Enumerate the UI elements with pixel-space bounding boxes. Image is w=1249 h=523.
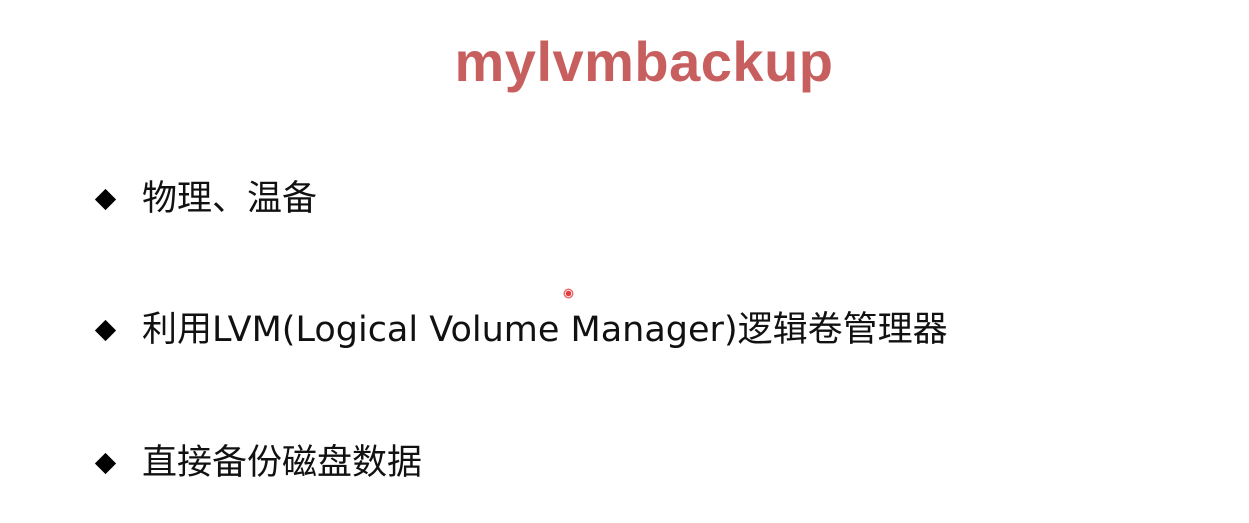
diamond-bullet-icon — [94, 319, 116, 341]
diamond-bullet-icon — [94, 188, 116, 210]
bullet-item: 物理、温备 — [94, 174, 317, 224]
diamond-bullet-icon — [94, 452, 116, 474]
slide-title: mylvmbackup — [454, 30, 834, 93]
bullet-item: 直接备份磁盘数据 — [94, 438, 422, 488]
bullet-text: 利用LVM(Logical Volume Manager)逻辑卷管理器 — [142, 310, 948, 350]
bullet-text: 物理、温备 — [142, 179, 318, 219]
bullet-item: 利用LVM(Logical Volume Manager)逻辑卷管理器 — [94, 305, 948, 355]
pointer-cursor-icon — [563, 288, 574, 299]
slide: mylvmbackup 物理、温备 利用LVM(Logical Volume M… — [0, 0, 1249, 523]
bullet-text: 直接备份磁盘数据 — [142, 443, 423, 483]
